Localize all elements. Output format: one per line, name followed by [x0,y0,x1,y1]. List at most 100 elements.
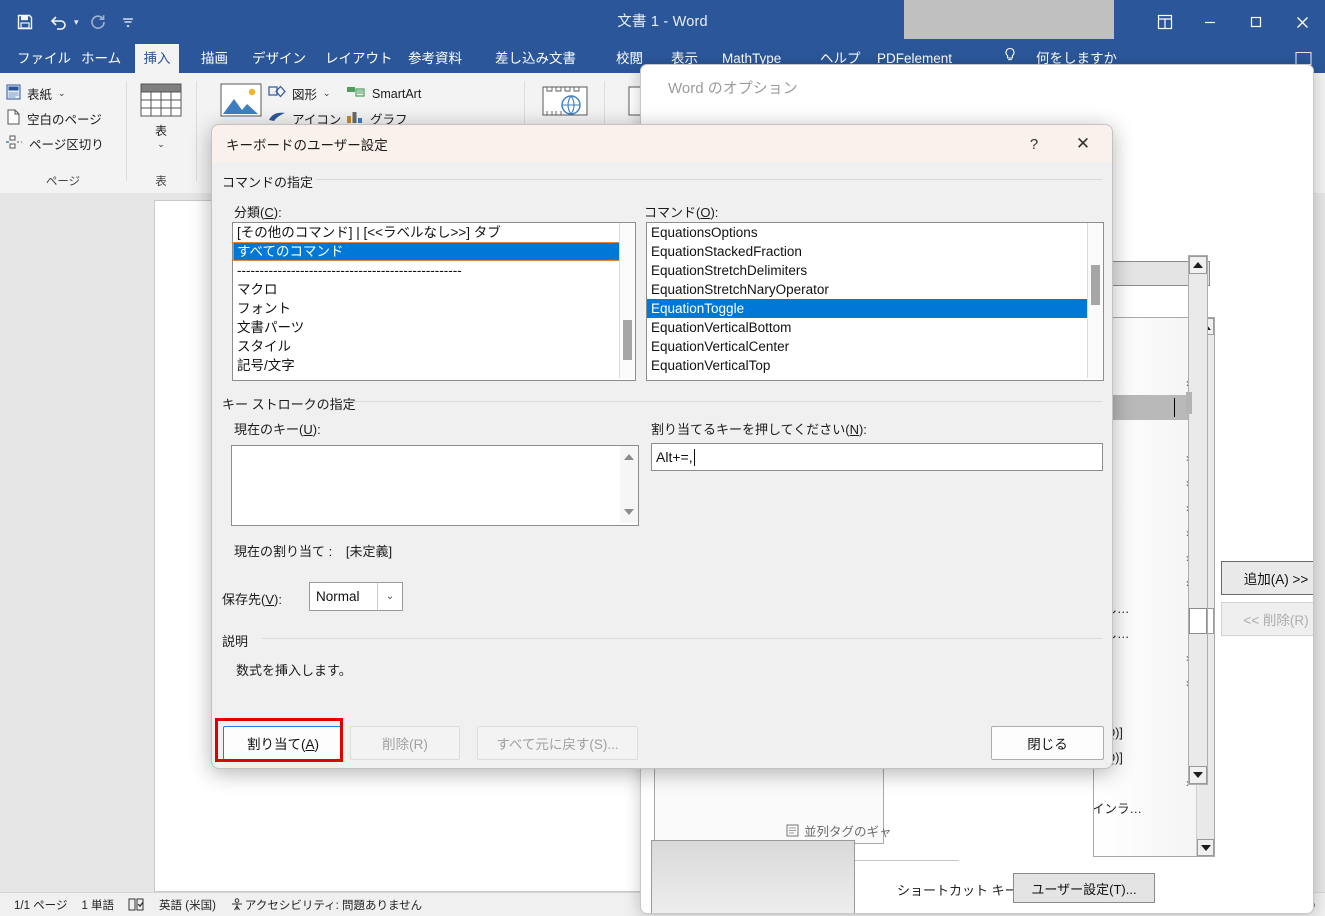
list-item[interactable]: EquationStretchDelimiters [647,261,1103,280]
list-item[interactable]: EquationsOptions [647,223,1103,242]
accessibility-icon [230,898,244,911]
list-item[interactable]: EquationVerticalCenter [647,337,1103,356]
smartart-icon [346,84,366,103]
chevron-down-icon[interactable]: ⌄ [323,88,331,99]
triangle-up-icon [1193,262,1203,268]
picture-icon [220,83,262,120]
scroll-thumb[interactable] [623,320,632,360]
maximize-icon[interactable] [1233,0,1279,44]
word-options-outer-scrollbar[interactable] [1186,255,1208,785]
list-item[interactable]: マクロ [233,280,635,299]
online-video-icon [541,85,589,122]
customize-shortcut-button[interactable]: ユーザー設定(T)... [1013,873,1155,903]
tab-draw[interactable]: 描画 [192,44,237,73]
page-break-button[interactable]: ページ区切り [0,131,126,156]
current-keys-label: 現在のキー(U): [234,422,321,437]
list-item[interactable]: ----------------------------------------… [233,261,635,280]
scrollbar-vertical[interactable] [620,446,638,523]
tab-home[interactable]: ホーム [72,44,130,73]
list-item[interactable]: インラ… [1094,795,1197,820]
text-caret [693,448,695,466]
category-listbox[interactable]: [その他のコマンド] | [<<ラベルなし>>] タブ すべてのコマンド ---… [232,222,636,381]
cover-page-label: 表紙 [27,88,53,102]
scroll-down-arrow-icon[interactable] [1189,766,1207,784]
scroll-thumb[interactable] [1091,265,1100,305]
ribbon-display-options-icon[interactable] [1143,0,1187,44]
tab-design[interactable]: デザイン [243,44,315,73]
scroll-thumb[interactable] [1189,608,1207,634]
section-divider [352,401,1102,402]
scroll-up-arrow-icon[interactable] [620,448,637,466]
status-page-number[interactable]: 1/1 ページ [14,897,67,913]
list-item[interactable]: EquationVerticalTop [647,356,1103,375]
scroll-down-arrow-icon[interactable] [620,503,637,521]
list-item-selected[interactable]: すべてのコマンド [233,242,635,261]
triangle-down-icon [1193,772,1203,778]
table-button[interactable]: 表 ⌄ [132,83,190,150]
save-in-accel: V [265,592,275,607]
section-divider [262,638,1102,639]
list-item[interactable]: 文書パーツ [233,318,635,337]
list-item[interactable]: 記号/文字 [233,356,635,375]
smartart-button[interactable]: SmartArt [340,81,421,106]
scroll-up-arrow-icon[interactable] [1189,256,1207,274]
window-controls [1143,0,1325,44]
tab-file[interactable]: ファイル [8,44,80,73]
add-button[interactable]: 追加(A) >> [1221,561,1313,595]
new-shortcut-key-input[interactable]: Alt+=, [651,443,1103,471]
close-icon[interactable]: ✕ [1060,129,1106,159]
status-accessibility[interactable]: アクセシビリティ: 問題ありません [245,897,422,913]
blank-page-icon [6,109,21,128]
list-item[interactable]: › [1094,770,1197,795]
list-item[interactable]: [その他のコマンド] | [<<ラベルなし>>] タブ [233,223,635,242]
close-button[interactable]: 閉じる [991,726,1104,760]
help-icon[interactable]: ? [1012,129,1056,159]
list-entry-label: 並列タグのギャ [804,825,892,839]
chevron-down-icon[interactable]: ⌄ [377,583,402,610]
list-item[interactable]: EquationVerticalBottom [647,318,1103,337]
save-in-combobox[interactable]: Normal ⌄ [309,582,403,611]
word-options-preview-box [651,840,855,913]
list-item-selected[interactable]: EquationToggle [647,299,1103,318]
current-assignment-value: [未定義] [345,544,393,559]
delete-button: 削除(R) [350,726,460,760]
tab-references[interactable]: 参考資料 [399,44,471,73]
list-item[interactable]: フォント [233,299,635,318]
status-word-count[interactable]: 1 単語 [81,897,114,913]
chevron-down-icon[interactable]: ⌄ [58,88,66,99]
table-icon [140,83,182,120]
category-accel: C [264,205,274,220]
list-entry-above-star[interactable]: 並列タグのギャ [786,821,892,840]
list-item[interactable]: スタイル [233,337,635,356]
commands-label: コマンド(O): [644,205,719,220]
ribbon-separator [196,81,197,181]
close-icon[interactable] [1279,0,1325,44]
assign-button-highlight-annotation [215,718,343,762]
window-title: 文書 1 - Word [617,14,708,30]
online-video-button[interactable] [536,85,594,122]
current-keys-listbox[interactable] [231,445,639,526]
scrollbar-vertical[interactable] [619,223,635,378]
cover-page-button[interactable]: 表紙 ⌄ [0,81,126,106]
search-box-placeholder[interactable] [904,0,1114,39]
text-caret [1174,398,1175,417]
tab-insert[interactable]: 挿入 [135,44,179,73]
proofing-icon[interactable] [128,898,145,911]
blank-page-button[interactable]: 空白のページ [0,106,126,131]
chevron-down-icon[interactable]: ⌄ [157,139,165,150]
commands-listbox[interactable]: EquationsOptions EquationStackedFraction… [646,222,1104,381]
shapes-label: 図形 [292,88,318,102]
page-break-label: ページ区切り [29,138,104,152]
scroll-down-arrow-icon[interactable] [1197,839,1214,856]
list-item-label: インラ… [1093,802,1143,816]
tab-layout[interactable]: レイアウト [316,44,402,73]
list-item[interactable]: EquationStretchNaryOperator [647,280,1103,299]
list-item[interactable]: EquationStackedFraction [647,242,1103,261]
triangle-down-icon [623,509,634,515]
status-language[interactable]: 英語 (米国) [159,897,216,913]
scrollbar-vertical[interactable] [1087,223,1103,378]
tab-mailings[interactable]: 差し込み文書 [486,44,585,73]
pictures-button[interactable] [212,83,270,120]
cover-page-icon [6,84,21,103]
minimize-icon[interactable] [1187,0,1233,44]
